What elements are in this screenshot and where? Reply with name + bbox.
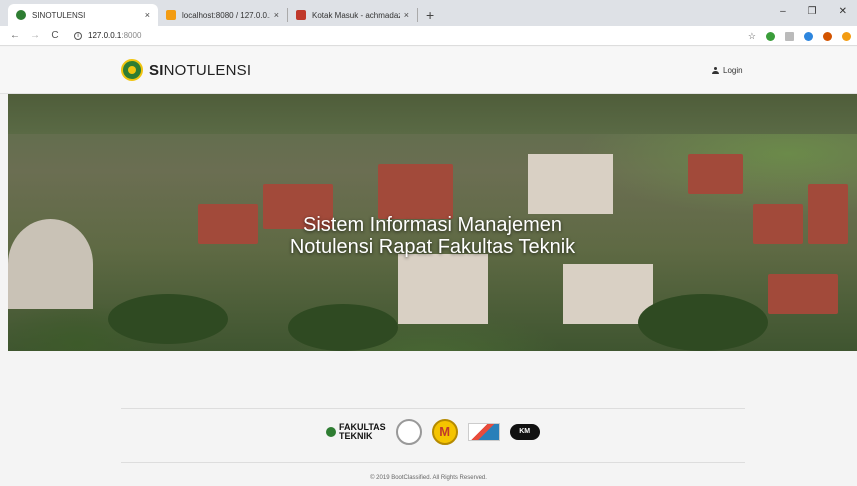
minimize-button[interactable]: – — [780, 6, 786, 17]
extension-doc-icon[interactable] — [785, 31, 794, 41]
tab-title: Kotak Masuk - achmadazyhary.1 — [312, 10, 400, 20]
url-field[interactable]: i 127.0.0.1:8000 — [74, 31, 141, 40]
partner-logos: FAKULTAS TEKNIK M KM — [326, 418, 540, 446]
back-arrow-icon[interactable]: ← — [10, 30, 20, 41]
browser-tab-bar: SINOTULENSI × localhost:8080 / 127.0.0.1… — [0, 0, 857, 26]
site-info-icon[interactable]: i — [74, 31, 82, 40]
fakultas-teknik-logo: FAKULTAS TEKNIK — [326, 418, 386, 446]
seal-icon — [395, 419, 422, 445]
hero-title-line2: Notulensi Rapat Fakultas Teknik — [289, 236, 576, 258]
close-window-button[interactable]: ✕ — [839, 6, 847, 17]
tab-title: SINOTULENSI — [32, 10, 86, 20]
km-logo: KM — [509, 418, 540, 446]
maximize-button[interactable]: ❐ — [808, 6, 817, 17]
hero-treeline — [8, 94, 857, 134]
seal-logo — [395, 418, 422, 446]
hero-roof — [688, 154, 743, 194]
footer-divider-bottom — [121, 462, 745, 463]
login-link[interactable]: Login — [712, 66, 743, 75]
hero-title: Sistem Informasi Manajemen Notulensi Rap… — [8, 214, 857, 258]
tab-close-icon[interactable]: × — [145, 10, 150, 20]
m-logo: M — [431, 418, 458, 446]
hero-trees — [108, 294, 228, 344]
hms-logo — [467, 418, 500, 446]
tab-sinotulensi[interactable]: SINOTULENSI × — [8, 4, 158, 26]
m-logo-text: M — [431, 419, 458, 445]
address-bar: ← → C i 127.0.0.1:8000 ☆ — [0, 26, 857, 46]
phpmyadmin-favicon-icon — [166, 10, 176, 20]
km-logo-text: KM — [509, 424, 540, 440]
copyright-text: © 2019 BootClassified. All Rights Reserv… — [370, 475, 487, 481]
hero-building — [398, 254, 488, 324]
hms-icon — [467, 423, 500, 441]
tab-close-icon[interactable]: × — [404, 10, 409, 20]
brand-name: SINOTULENSI — [149, 61, 252, 79]
tab-gmail[interactable]: Kotak Masuk - achmadazyhary.1 × — [288, 8, 418, 22]
extensions-area: ☆ — [748, 26, 851, 46]
brand-link[interactable]: SINOTULENSI — [121, 59, 251, 81]
hero-roof — [378, 164, 453, 219]
gmail-favicon-icon — [296, 10, 306, 20]
url-port: :8000 — [121, 31, 142, 40]
reload-icon[interactable]: C — [50, 30, 60, 41]
footer-divider-top — [121, 408, 745, 409]
profile-avatar-icon[interactable] — [823, 31, 832, 41]
hero-title-line1: Sistem Informasi Manajemen — [303, 214, 562, 236]
hero-trees — [638, 294, 768, 351]
tab-title: localhost:8080 / 127.0.0.1 / notul — [182, 10, 270, 20]
hero-trees — [288, 304, 398, 351]
extension-blue-icon[interactable] — [804, 31, 813, 41]
forward-arrow-icon[interactable]: → — [30, 30, 40, 41]
user-icon — [712, 67, 719, 74]
extension-orange-icon[interactable] — [842, 31, 851, 41]
login-label: Login — [723, 66, 743, 75]
hero-tower-building — [528, 154, 613, 214]
url-host: 127.0.0.1 — [88, 31, 122, 40]
ft-emblem-icon — [326, 427, 336, 437]
window-controls: – ❐ ✕ — [780, 0, 857, 22]
tab-close-icon[interactable]: × — [274, 10, 279, 20]
tab-phpmyadmin[interactable]: localhost:8080 / 127.0.0.1 / notul × — [158, 8, 288, 22]
university-logo-icon — [121, 59, 143, 81]
bookmark-star-icon[interactable]: ☆ — [748, 31, 756, 42]
site-header: SINOTULENSI Login — [0, 47, 857, 94]
new-tab-button[interactable]: + — [426, 8, 434, 22]
extension-green-icon[interactable] — [766, 31, 775, 41]
hero-roof — [768, 274, 838, 314]
site-favicon-icon — [16, 10, 26, 20]
hero-banner: Sistem Informasi Manajemen Notulensi Rap… — [8, 94, 857, 351]
